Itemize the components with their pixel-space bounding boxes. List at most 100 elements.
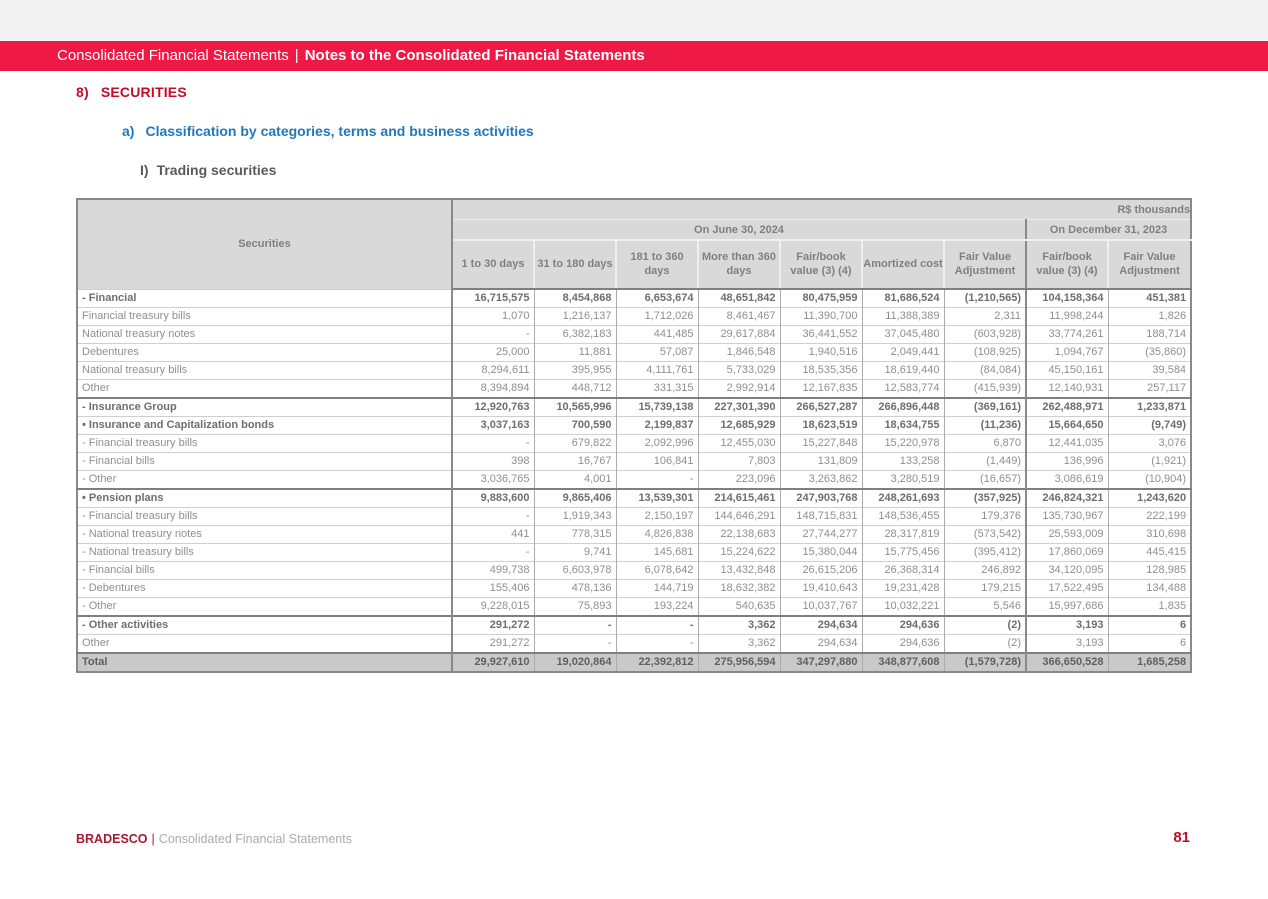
row-value: 148,715,831 bbox=[780, 508, 862, 526]
row-label: - Financial bills bbox=[77, 453, 452, 471]
row-value: 3,362 bbox=[698, 635, 780, 654]
table-row: - Financial bills499,7386,603,9786,078,6… bbox=[77, 562, 1191, 580]
row-value: (415,939) bbox=[944, 380, 1026, 399]
row-value: 13,539,301 bbox=[616, 489, 698, 508]
row-value: 45,150,161 bbox=[1026, 362, 1108, 380]
item-title: Trading securities bbox=[157, 162, 277, 178]
row-value: 15,380,044 bbox=[780, 544, 862, 562]
row-value: 17,860,069 bbox=[1026, 544, 1108, 562]
col-header-31-180-days: 31 to 180 days bbox=[534, 240, 616, 289]
row-value: 294,636 bbox=[862, 616, 944, 635]
row-value: 4,111,761 bbox=[616, 362, 698, 380]
row-value: 348,877,608 bbox=[862, 653, 944, 672]
row-value: 3,076 bbox=[1108, 435, 1191, 453]
row-value: 37,045,480 bbox=[862, 326, 944, 344]
table-row: • Pension plans9,883,6009,865,40613,539,… bbox=[77, 489, 1191, 508]
row-value: 179,376 bbox=[944, 508, 1026, 526]
row-value: 12,920,763 bbox=[452, 398, 534, 417]
row-value: 3,036,765 bbox=[452, 471, 534, 490]
row-value: 57,087 bbox=[616, 344, 698, 362]
row-label: - Debentures bbox=[77, 580, 452, 598]
row-value: 22,392,812 bbox=[616, 653, 698, 672]
row-value: 9,741 bbox=[534, 544, 616, 562]
row-value: 27,744,277 bbox=[780, 526, 862, 544]
row-value: (573,542) bbox=[944, 526, 1026, 544]
row-value: 247,903,768 bbox=[780, 489, 862, 508]
row-value: (10,904) bbox=[1108, 471, 1191, 490]
row-label: - National treasury notes bbox=[77, 526, 452, 544]
row-value: 144,646,291 bbox=[698, 508, 780, 526]
row-value: 3,193 bbox=[1026, 616, 1108, 635]
row-value: 4,001 bbox=[534, 471, 616, 490]
row-value: - bbox=[452, 435, 534, 453]
table-row: - Insurance Group12,920,76310,565,99615,… bbox=[77, 398, 1191, 417]
col-header-amortized-cost: Amortized cost bbox=[862, 240, 944, 289]
row-value: 6 bbox=[1108, 635, 1191, 654]
securities-table-container: Securities R$ thousands On June 30, 2024… bbox=[76, 198, 1192, 673]
row-label: - Other bbox=[77, 598, 452, 617]
securities-table: Securities R$ thousands On June 30, 2024… bbox=[76, 198, 1192, 673]
row-value: 10,037,767 bbox=[780, 598, 862, 617]
table-row: - Financial16,715,5758,454,8686,653,6744… bbox=[77, 289, 1191, 308]
row-value: 19,410,643 bbox=[780, 580, 862, 598]
row-value: 2,199,837 bbox=[616, 417, 698, 435]
row-value: 11,388,389 bbox=[862, 308, 944, 326]
row-value: 2,311 bbox=[944, 308, 1026, 326]
row-value: 257,117 bbox=[1108, 380, 1191, 399]
row-value: 10,032,221 bbox=[862, 598, 944, 617]
row-value: 294,636 bbox=[862, 635, 944, 654]
row-value: (11,236) bbox=[944, 417, 1026, 435]
row-value: 291,272 bbox=[452, 635, 534, 654]
row-value: 29,617,884 bbox=[698, 326, 780, 344]
row-value: 398 bbox=[452, 453, 534, 471]
row-value: 3,193 bbox=[1026, 635, 1108, 654]
row-value: 3,362 bbox=[698, 616, 780, 635]
row-value: 246,824,321 bbox=[1026, 489, 1108, 508]
row-value: (1,210,565) bbox=[944, 289, 1026, 308]
section-number: 8) bbox=[76, 84, 89, 100]
row-value: 3,037,163 bbox=[452, 417, 534, 435]
table-body: - Financial16,715,5758,454,8686,653,6744… bbox=[77, 289, 1191, 672]
row-value: 36,441,552 bbox=[780, 326, 862, 344]
row-value: 294,634 bbox=[780, 635, 862, 654]
row-value: 19,231,428 bbox=[862, 580, 944, 598]
row-value: 222,199 bbox=[1108, 508, 1191, 526]
row-value: 6,382,183 bbox=[534, 326, 616, 344]
row-value: (84,084) bbox=[944, 362, 1026, 380]
footer-separator: | bbox=[148, 832, 159, 846]
row-value: 1,243,620 bbox=[1108, 489, 1191, 508]
row-value: 291,272 bbox=[452, 616, 534, 635]
row-value: 22,138,683 bbox=[698, 526, 780, 544]
row-value: (369,161) bbox=[944, 398, 1026, 417]
units-note: R$ thousands bbox=[452, 199, 1191, 220]
row-value: 248,261,693 bbox=[862, 489, 944, 508]
brand-name: BRADESCO bbox=[76, 832, 148, 846]
row-value: 11,881 bbox=[534, 344, 616, 362]
row-value: 104,158,364 bbox=[1026, 289, 1108, 308]
row-value: 48,651,842 bbox=[698, 289, 780, 308]
table-row: - Debentures155,406478,136144,71918,632,… bbox=[77, 580, 1191, 598]
page-number: 81 bbox=[1173, 829, 1190, 846]
period-june-2024: On June 30, 2024 bbox=[452, 220, 1026, 241]
row-value: 134,488 bbox=[1108, 580, 1191, 598]
row-value: 12,583,774 bbox=[862, 380, 944, 399]
row-value: - bbox=[452, 508, 534, 526]
row-value: 15,775,456 bbox=[862, 544, 944, 562]
row-value: 188,714 bbox=[1108, 326, 1191, 344]
row-value: 1,094,767 bbox=[1026, 344, 1108, 362]
chapter-title-separator: | bbox=[289, 47, 305, 64]
row-value: (1,579,728) bbox=[944, 653, 1026, 672]
row-value: 3,263,862 bbox=[780, 471, 862, 490]
row-value: 18,623,519 bbox=[780, 417, 862, 435]
row-value: 12,441,035 bbox=[1026, 435, 1108, 453]
row-value: 445,415 bbox=[1108, 544, 1191, 562]
row-value: 3,280,519 bbox=[862, 471, 944, 490]
row-value: 8,461,467 bbox=[698, 308, 780, 326]
row-value: 133,258 bbox=[862, 453, 944, 471]
row-value: 148,536,455 bbox=[862, 508, 944, 526]
row-value: 6,078,642 bbox=[616, 562, 698, 580]
row-value: 1,919,343 bbox=[534, 508, 616, 526]
row-value: 448,712 bbox=[534, 380, 616, 399]
table-row: - National treasury notes441778,3154,826… bbox=[77, 526, 1191, 544]
row-value: 499,738 bbox=[452, 562, 534, 580]
